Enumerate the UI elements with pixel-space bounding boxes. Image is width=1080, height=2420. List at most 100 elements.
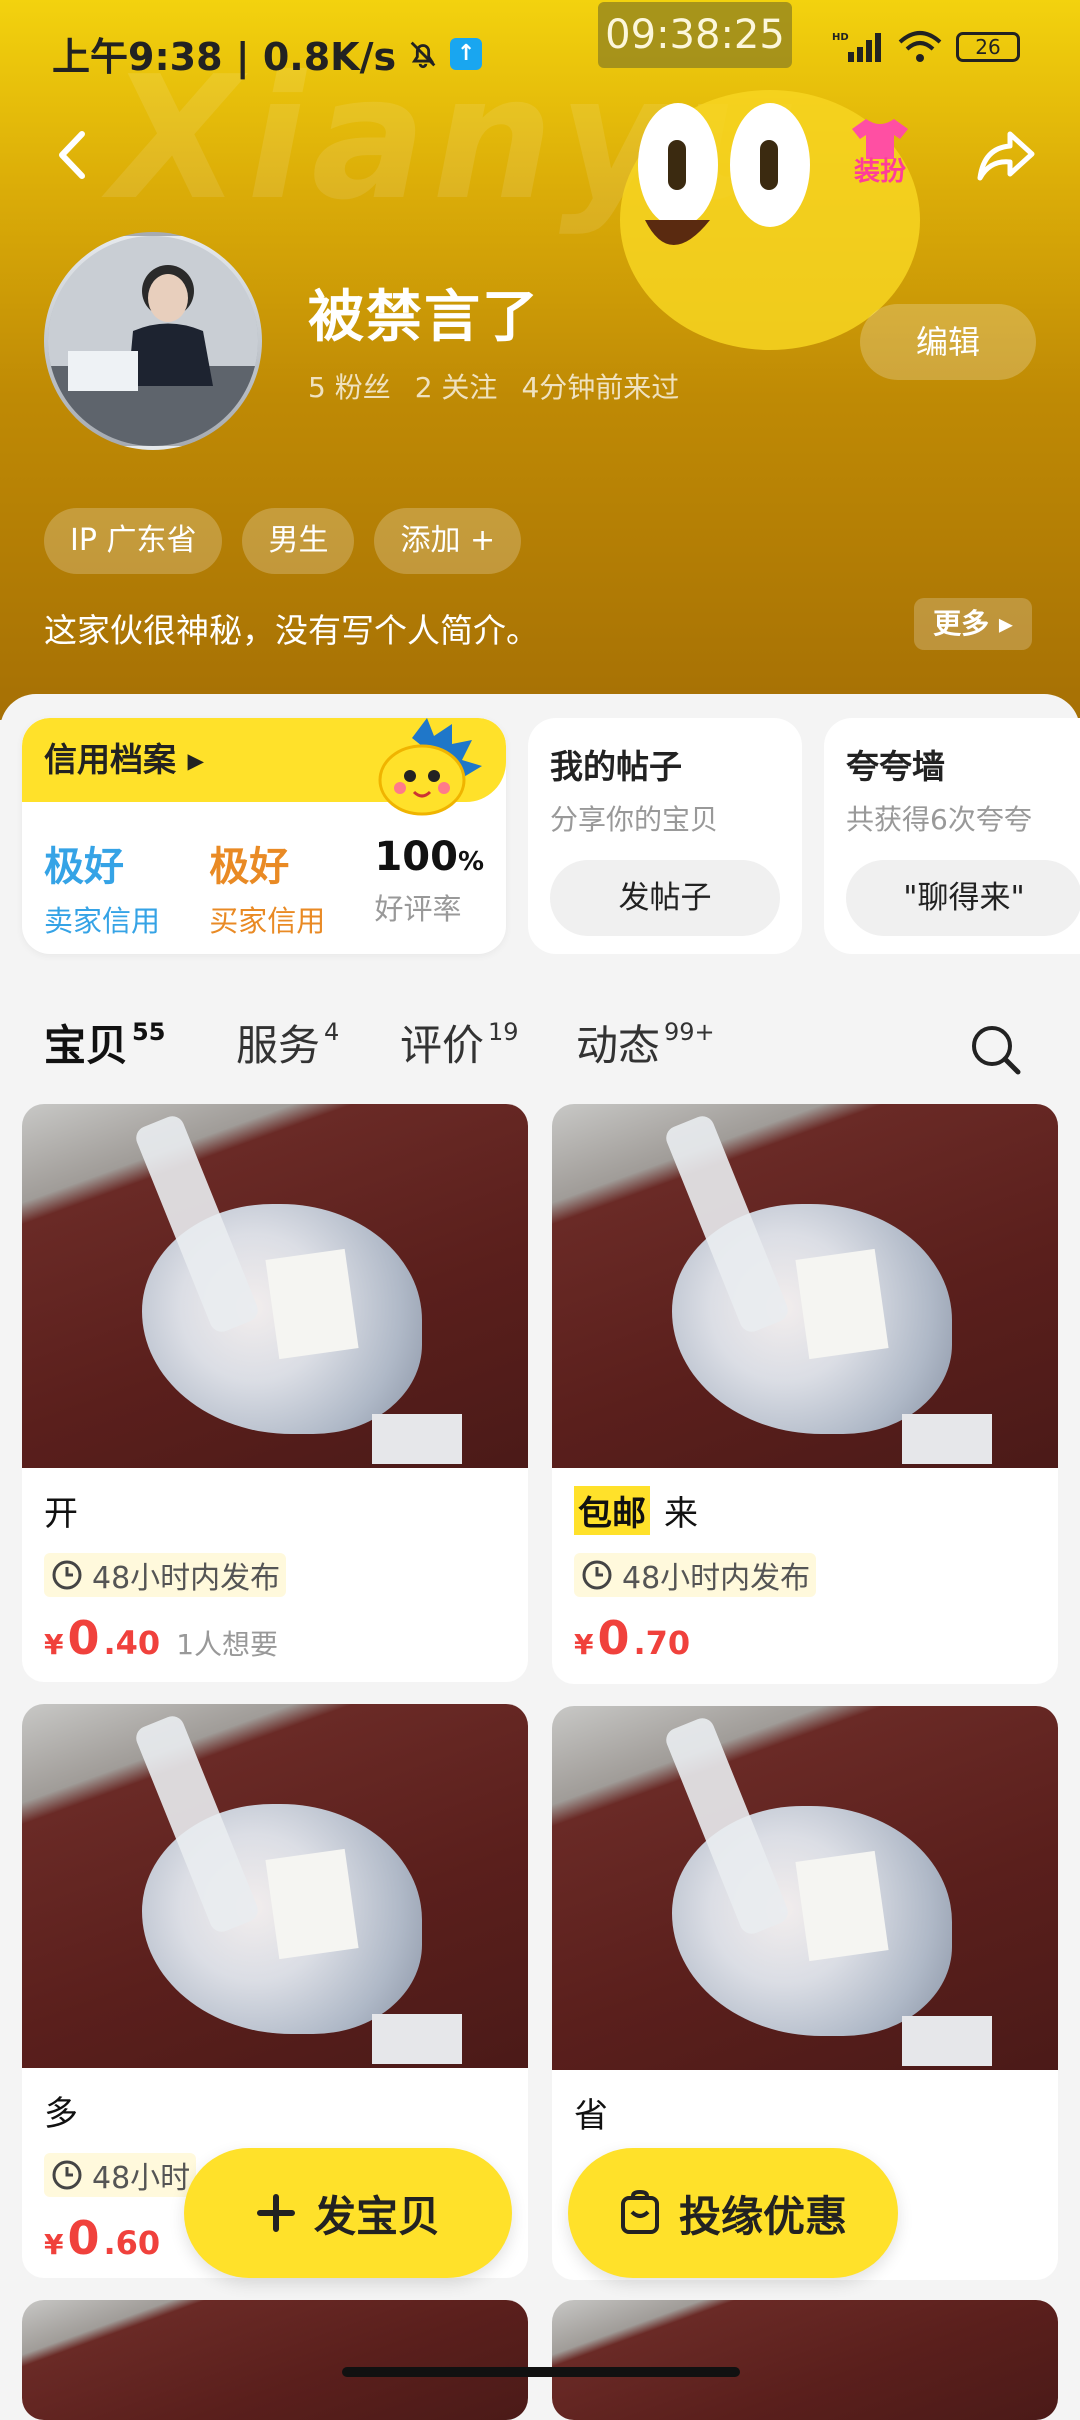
item-photo [552, 1706, 1058, 2070]
following-count[interactable]: 2 关注 [415, 366, 498, 406]
item-photo [22, 1104, 528, 1468]
post-item-label: 发宝贝 [313, 2191, 440, 2241]
item-time-text: 48小时 [92, 2161, 191, 2196]
praise-tag-button[interactable]: "聊得来" [846, 860, 1080, 936]
svg-text:HD: HD [832, 32, 849, 43]
credit-mascot-icon [378, 718, 482, 816]
more-button[interactable]: 更多 ▸ [914, 598, 1032, 650]
tab-items-label: 宝贝 [44, 1021, 129, 1070]
item-time-badge: 48小时内发布 [44, 1553, 287, 1597]
battery-icon: 26 [956, 32, 1020, 62]
tab-reviews-count: 19 [488, 1018, 519, 1046]
home-indicator[interactable] [342, 2367, 740, 2377]
item-info: 省 [552, 2070, 1058, 2155]
praise-wall-title: 夸夸墙 [846, 747, 945, 786]
followers-count[interactable]: 5 粉丝 [308, 366, 391, 406]
tab-items[interactable]: 宝贝 55 [44, 1012, 165, 1073]
avatar-photo [48, 236, 258, 446]
post-item-button[interactable]: 发宝贝 [184, 2148, 512, 2278]
item-card[interactable]: 开 48小时内发布 ¥0.40 1人想要 [22, 1104, 528, 1682]
tag-ip: IP 广东省 [44, 508, 223, 574]
item-photo-paper [265, 1848, 359, 1960]
tag-add-button[interactable]: 添加 + [374, 508, 522, 574]
tab-services-label: 服务 [236, 1021, 321, 1070]
clock-icon [52, 1560, 82, 1590]
item-time: 48小时内发布 [44, 1553, 506, 1597]
positive-rate-label: 好评率 [374, 892, 462, 926]
item-photo-box [902, 1414, 992, 1464]
item-photo-paper [795, 1850, 889, 1962]
tag-gender: 男生 [242, 508, 355, 574]
dress-up-button[interactable]: 装扮 [840, 115, 920, 195]
tab-services[interactable]: 服务 4 [236, 1012, 339, 1073]
item-title: 包邮 来 [574, 1486, 1036, 1535]
price-int: 0 [67, 2211, 100, 2265]
item-price: ¥0.40 1人想要 [44, 1611, 506, 1665]
item-photo-box [902, 2016, 992, 2066]
my-posts-subtitle: 分享你的宝贝 [550, 803, 719, 836]
item-photo-paper [795, 1248, 889, 1360]
signal-icon: HD [832, 32, 881, 62]
positive-rate: 100% 好评率 [374, 834, 484, 940]
wifi-icon [898, 31, 942, 62]
credit-body: 极好 卖家信用 极好 买家信用 100% 好评率 [22, 802, 506, 940]
profile-header: Xianyu 上午9:38 | 0.8K/s ↑ 09:38:25 HD 26 … [0, 0, 1080, 720]
praise-wall-subtitle: 共获得6次夸夸 [846, 803, 1032, 836]
item-title-text: 来 [664, 1494, 698, 1534]
item-photo [552, 2300, 1058, 2420]
share-icon[interactable] [972, 120, 1042, 190]
back-arrow-icon[interactable] [40, 120, 110, 190]
promo-button[interactable]: 投缘优惠 [568, 2148, 898, 2278]
currency-symbol: ¥ [44, 2228, 64, 2261]
tab-moments[interactable]: 动态 99+ [576, 1012, 715, 1073]
free-shipping-badge: 包邮 [574, 1486, 650, 1535]
positive-rate-value-wrap: 100% [374, 834, 484, 880]
tab-items-count: 55 [132, 1018, 166, 1046]
item-photo-box [372, 2014, 462, 2064]
praise-wall-card[interactable]: 夸夸墙 共获得6次夸夸 "聊得来" [824, 718, 1080, 954]
item-card[interactable] [22, 2300, 528, 2420]
item-title: 开 [44, 1486, 506, 1535]
tab-services-count: 4 [324, 1018, 340, 1046]
price-dec: .40 [103, 1624, 161, 1662]
my-posts-card[interactable]: 我的帖子 分享你的宝贝 发帖子 [528, 718, 802, 954]
item-photo-paper [265, 1248, 359, 1360]
item-photo [22, 1704, 528, 2068]
item-photo [552, 1104, 1058, 1468]
item-title: 多 [44, 2086, 506, 2135]
item-title-text: 多 [44, 2094, 78, 2134]
item-info: 包邮 来 48小时内发布 ¥0.70 [552, 1468, 1058, 1683]
tab-reviews[interactable]: 评价 19 [400, 1012, 519, 1073]
clock-icon [582, 1560, 612, 1590]
status-left: 上午9:38 | 0.8K/s ↑ [52, 26, 483, 81]
profile-tags: IP 广东省 男生 添加 + [44, 508, 522, 574]
edit-profile-button[interactable]: 编辑 [860, 304, 1036, 380]
item-time: 48小时内发布 [574, 1553, 1036, 1597]
credit-card[interactable]: 信用档案 ▸ 极好 卖家信用 极好 买家信用 100% 好评率 [22, 718, 506, 954]
item-time-text: 48小时内发布 [92, 1561, 281, 1596]
my-posts-title: 我的帖子 [550, 747, 682, 786]
new-post-button[interactable]: 发帖子 [550, 860, 780, 936]
last-active: 4分钟前来过 [521, 371, 680, 404]
price-dec: .60 [103, 2224, 161, 2262]
item-title-text: 省 [574, 2096, 608, 2136]
tab-reviews-label: 评价 [400, 1021, 485, 1070]
item-time-badge: 48小时内发布 [574, 1553, 817, 1597]
status-bar: 上午9:38 | 0.8K/s ↑ 09:38:25 HD 26 [0, 0, 1080, 100]
upload-notify-icon: ↑ [450, 37, 483, 70]
item-card[interactable]: 包邮 来 48小时内发布 ¥0.70 [552, 1104, 1058, 1684]
username: 被禁言了 [308, 285, 540, 350]
bio-text: 这家伙很神秘，没有写个人简介。 [44, 611, 539, 650]
tab-moments-count: 99+ [664, 1018, 715, 1046]
search-icon[interactable] [968, 1022, 1024, 1078]
mute-bell-icon [410, 41, 436, 68]
profile-stats: 5 粉丝 2 关注 4分钟前来过 [308, 366, 679, 406]
buyer-credit-label: 买家信用 [209, 904, 326, 938]
currency-symbol: ¥ [574, 1628, 594, 1661]
buyer-credit-value: 极好 [209, 844, 290, 890]
item-price: ¥0.70 [574, 1611, 1036, 1665]
item-card[interactable] [552, 2300, 1058, 2420]
want-count: 1人想要 [176, 1628, 279, 1661]
avatar[interactable] [44, 232, 262, 450]
seller-credit: 极好 卖家信用 [44, 834, 160, 940]
